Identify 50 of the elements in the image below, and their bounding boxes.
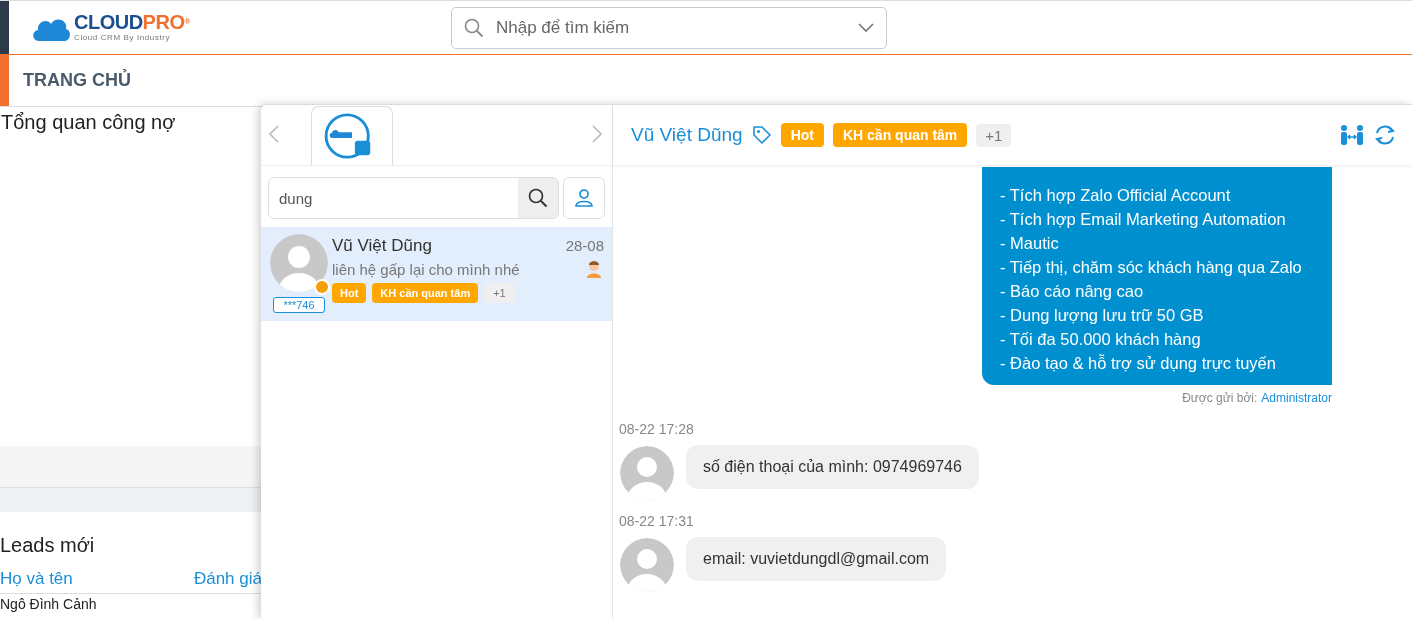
message-time: 08-22 17:31 [619, 513, 695, 529]
sender-label: Được gửi bởi: [1182, 391, 1258, 405]
message-time: 08-22 17:28 [619, 421, 695, 437]
transfer-icon[interactable] [1339, 124, 1365, 146]
column-header[interactable]: Họ và tên [0, 569, 73, 589]
tag: KH cần quan tâm [832, 123, 968, 147]
tag: Hot [780, 123, 824, 147]
column-header[interactable]: Đánh giá [193, 569, 262, 589]
sender-link[interactable]: Administrator [1261, 391, 1332, 405]
search-field[interactable]: Nhập để tìm kiếm [451, 6, 887, 49]
table-cell: Ngô Đình Cảnh [0, 597, 97, 612]
contact-name: Vũ Việt Dũng [332, 236, 432, 256]
agent-avatar-icon [584, 259, 604, 279]
avatar-icon [619, 537, 675, 593]
message-text: - Tiếp thị, chăm sóc khách hàng qua Zalo [1000, 257, 1303, 278]
message-date: 28-08 [565, 237, 604, 254]
section-title: Tổng quan công nợ [1, 111, 176, 133]
sidebar-strip [0, 1, 9, 54]
search-icon [464, 17, 484, 38]
conversation-search-field[interactable]: dung [268, 177, 559, 219]
tag-icon[interactable] [751, 125, 772, 145]
dropdown-icon [858, 22, 874, 33]
channel-tab[interactable] [311, 106, 393, 165]
message-text: - Dung lượng lưu trữ 50 GB [1000, 305, 1205, 326]
conversation-item[interactable]: ***746 Vũ Việt Dũng 28-08 liên hệ gấp lại cho mình nhé Hot KH cần quan tâm +1 [261, 227, 612, 321]
sidebar-strip [0, 55, 9, 106]
message-bubble: email: vuvietdungdl@gmail.com [686, 537, 947, 581]
message-text: - Đào tạo & hỗ trợ sử dụng trực tuyến [1000, 353, 1277, 374]
tag: Hot [332, 283, 367, 303]
message-text: - Tối đa 50.000 khách hàng [1000, 329, 1202, 350]
refresh-icon[interactable] [1374, 124, 1396, 146]
section-title: Leads mới [0, 534, 96, 557]
contact-button[interactable] [563, 177, 605, 219]
search-button[interactable] [518, 178, 558, 218]
nav-tab[interactable]: TRANG CHỦ [23, 70, 131, 91]
message-preview: liên hệ gấp lại cho mình nhé [332, 260, 520, 278]
user-icon [574, 188, 594, 208]
message-text: - Tích hợp Zalo Official Account [1000, 185, 1232, 206]
more-tags[interactable]: +1 [976, 123, 1012, 147]
phone-badge: ***746 [273, 297, 325, 313]
tag: KH cần quan tâm [372, 283, 479, 303]
message-text: - Mautic [1000, 233, 1060, 254]
logo[interactable]: CLOUDPRO® Cloud CRM By Industry [31, 12, 451, 43]
message-text: - Tích hợp Email Marketing Automation [1000, 209, 1287, 230]
more-tags[interactable]: +1 [484, 283, 515, 303]
search-icon [528, 188, 548, 208]
message-text: - Báo cáo nâng cao [1000, 281, 1145, 302]
avatar-icon [619, 445, 675, 501]
contact-name[interactable]: Vũ Việt Dũng [631, 124, 743, 146]
message-bubble: số điện thoại của mình: 0974969746 [686, 445, 979, 489]
